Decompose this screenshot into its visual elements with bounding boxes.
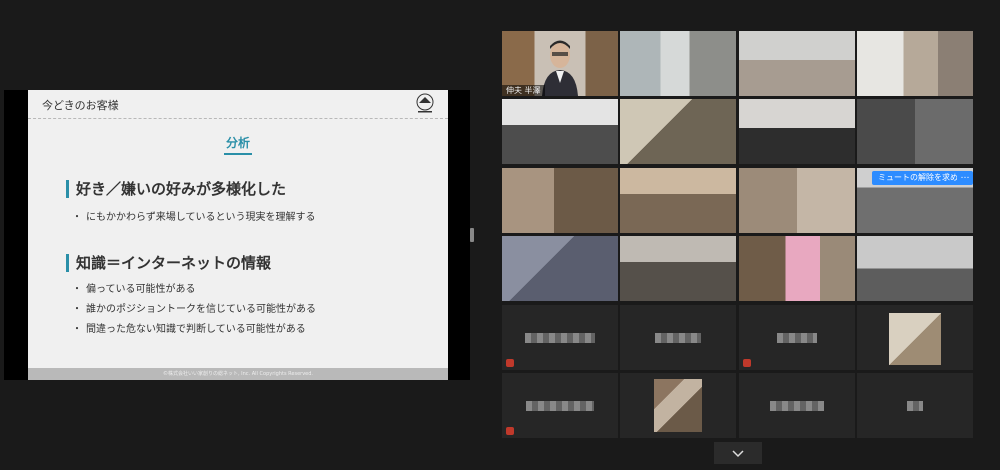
video-tile[interactable]	[620, 168, 736, 233]
video-tile[interactable]	[502, 168, 618, 233]
video-tile[interactable]	[620, 31, 736, 96]
presentation-slide: 今どきのお客様 分析 好き／嫌いの好みが多様化した ・にもかかわらず来場している…	[28, 90, 448, 380]
video-tile[interactable]	[739, 236, 855, 301]
video-tile-camera-off[interactable]	[502, 305, 618, 370]
video-tile[interactable]	[857, 99, 973, 164]
participant-name-blurred	[525, 332, 595, 343]
video-tile[interactable]	[857, 31, 973, 96]
participant-name-blurred	[777, 332, 817, 343]
speaker-person	[542, 40, 578, 96]
chevron-down-icon	[732, 449, 744, 457]
video-tile-camera-off[interactable]	[620, 305, 736, 370]
participant-name-blurred	[655, 332, 701, 343]
slide-title: 今どきのお客様	[42, 99, 119, 112]
muted-icon	[506, 427, 514, 435]
video-tile[interactable]	[739, 31, 855, 96]
section-1-title: 好き／嫌いの好みが多様化した	[66, 180, 286, 198]
video-tile[interactable]	[502, 99, 618, 164]
video-tile[interactable]	[857, 236, 973, 301]
bullet-item: ・誰かのポジショントークを信じている可能性がある	[72, 304, 316, 315]
bullet-item: ・にもかかわらず来場しているという現実を理解する	[72, 212, 316, 223]
participant-name: 伸夫 半澤	[502, 85, 545, 96]
participant-name-blurred	[526, 400, 594, 411]
video-tile[interactable]	[620, 236, 736, 301]
scroll-down-button[interactable]	[714, 442, 762, 464]
profile-picture	[889, 313, 941, 365]
video-tile-camera-off[interactable]	[502, 373, 618, 438]
profile-picture	[654, 379, 702, 432]
shared-screen: 今どきのお客様 分析 好き／嫌いの好みが多様化した ・にもかかわらず来場している…	[4, 90, 470, 380]
video-tile-camera-off[interactable]	[739, 305, 855, 370]
video-tile-active-speaker[interactable]: 伸夫 半澤	[502, 31, 618, 96]
video-tile-camera-off[interactable]	[620, 373, 736, 438]
slide-header: 今どきのお客様	[28, 90, 448, 119]
video-tile[interactable]	[620, 99, 736, 164]
muted-icon	[506, 359, 514, 367]
participant-name-blurred	[907, 400, 923, 411]
video-tile-camera-off[interactable]	[857, 373, 973, 438]
more-options-button[interactable]: …	[957, 171, 973, 185]
company-logo-icon	[416, 93, 434, 113]
bullet-item: ・偏っている可能性がある	[72, 284, 196, 295]
slide-footer: ©株式会社いい家創りの総ネット, Inc. All Copyrights Res…	[28, 368, 448, 380]
section-2-title: 知識＝インターネットの情報	[66, 254, 271, 272]
video-tile[interactable]	[502, 236, 618, 301]
video-tile[interactable]	[739, 168, 855, 233]
slide-heading: 分析	[225, 136, 250, 150]
splitter-handle[interactable]	[470, 228, 474, 242]
muted-icon	[743, 359, 751, 367]
bullet-item: ・間違った危ない知識で判断している可能性がある	[72, 324, 306, 335]
video-tile-camera-off[interactable]	[739, 373, 855, 438]
video-tile-camera-off[interactable]	[857, 305, 973, 370]
participant-name-blurred	[770, 400, 824, 411]
heading-underline	[224, 153, 252, 155]
video-tile[interactable]	[739, 99, 855, 164]
